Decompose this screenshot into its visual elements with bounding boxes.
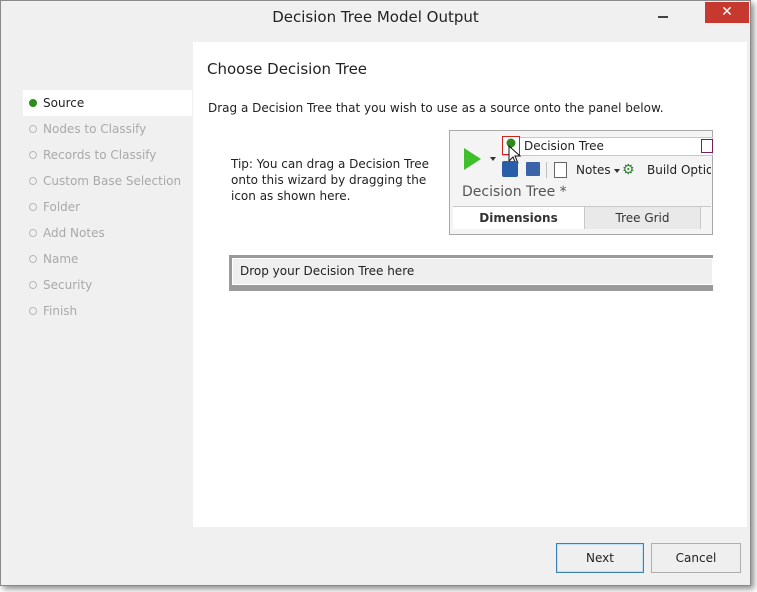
page-title: Choose Decision Tree [207,60,368,78]
step-security[interactable]: Security [23,272,192,298]
wizard-window: Decision Tree Model Output ✕ Source Node… [0,0,751,586]
gears-icon: ⚙ [622,162,635,178]
step-finish[interactable]: Finish [23,298,192,324]
title-bar: Decision Tree Model Output ✕ [1,1,750,34]
drag-hint-preview: Decision Tree Notes ⚙ Build Options Deci… [449,130,713,235]
chevron-down-icon [490,157,496,161]
preview-build-options-label: Build Options [647,163,711,177]
step-label: Custom Base Selection [43,174,182,188]
step-bullet-icon [29,151,37,159]
window-title: Decision Tree Model Output [272,8,479,26]
preview-tab-dimensions: Dimensions [453,207,585,229]
step-label: Nodes to Classify [43,122,147,136]
instruction-text: Drag a Decision Tree that you wish to us… [208,101,664,115]
play-icon [464,148,481,170]
step-label: Security [43,278,93,292]
step-label: Source [43,96,85,110]
step-custom-base-selection[interactable]: Custom Base Selection [23,168,192,194]
step-bullet-icon [29,281,37,289]
chevron-down-icon [614,169,620,173]
step-records-to-classify[interactable]: Records to Classify [23,142,192,168]
cancel-button[interactable]: Cancel [651,543,741,573]
preview-tabs: Dimensions Tree Grid [453,206,711,229]
tip-text: Tip: You can drag a Decision Tree onto t… [231,157,430,203]
step-label: Records to Classify [43,148,157,162]
next-button[interactable]: Next [556,543,644,573]
step-bullet-icon [29,229,37,237]
notes-icon [554,162,567,178]
step-nodes-to-classify[interactable]: Nodes to Classify [23,116,192,142]
step-label: Finish [43,304,78,318]
preview-tree-title: Decision Tree * [462,184,567,200]
preview-tab-tree-grid: Tree Grid [585,207,701,229]
wizard-steps-sidebar: Source Nodes to Classify Records to Clas… [23,90,192,370]
step-bullet-icon [29,177,37,185]
preview-notes-label: Notes [576,163,611,177]
step-bullet-icon [29,203,37,211]
lock-icon [502,161,518,177]
step-add-notes[interactable]: Add Notes [23,220,192,246]
step-label: Add Notes [43,226,105,240]
toolbar-divider [546,162,547,178]
step-bullet-icon [29,125,37,133]
step-label: Folder [43,200,81,214]
step-label: Name [43,252,79,266]
drop-zone-label: Drop your Decision Tree here [232,258,713,285]
drop-zone[interactable]: Drop your Decision Tree here [229,255,713,291]
close-button[interactable]: ✕ [705,2,749,23]
step-bullet-icon [29,307,37,315]
expand-icon [701,139,713,153]
close-icon: ✕ [721,4,733,20]
step-bullet-icon [29,255,37,263]
save-icon [526,162,540,176]
step-source[interactable]: Source [23,90,192,116]
step-folder[interactable]: Folder [23,194,192,220]
step-bullet-icon [29,99,37,107]
preview-tree-name: Decision Tree [524,139,604,153]
step-content-panel: Choose Decision Tree Drag a Decision Tre… [193,42,747,527]
minimize-button[interactable] [654,5,672,23]
wizard-body: Source Nodes to Classify Records to Clas… [9,42,747,582]
step-name[interactable]: Name [23,246,192,272]
